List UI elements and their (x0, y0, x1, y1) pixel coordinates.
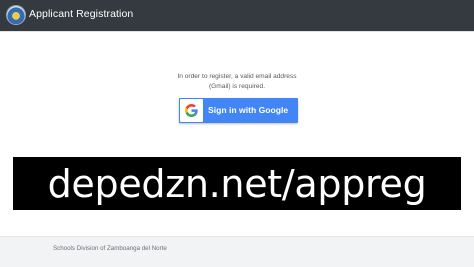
url-banner-text: depedzn.net/appreg (47, 161, 427, 206)
google-icon-container (180, 99, 203, 122)
top-navbar: Applicant Registration (0, 0, 474, 31)
google-sign-in-label: Sign in with Google (208, 105, 289, 115)
navbar-divider (0, 31, 474, 32)
notice-line-1: In order to register, a valid email addr… (177, 73, 297, 80)
registration-notice: In order to register, a valid email addr… (170, 72, 304, 92)
footer-text: Schools Division of Zamboanga del Norte (53, 245, 167, 252)
division-seal-icon (7, 6, 25, 24)
page-footer: Schools Division of Zamboanga del Norte (0, 236, 474, 267)
google-g-icon (185, 104, 198, 117)
url-banner: depedzn.net/appreg (13, 157, 461, 210)
google-sign-in-button[interactable]: Sign in with Google (179, 98, 298, 123)
app-title[interactable]: Applicant Registration (29, 8, 133, 20)
notice-line-2: (Gmail) is required. (208, 83, 266, 90)
